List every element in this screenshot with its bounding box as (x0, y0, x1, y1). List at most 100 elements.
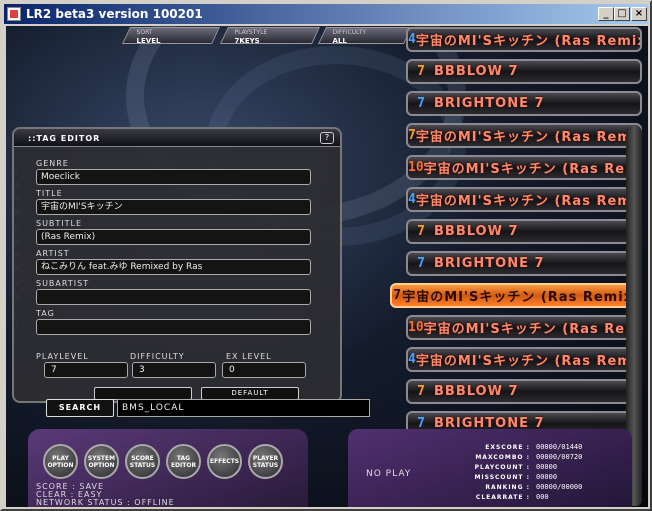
song-title: 宇宙のMI'Sキッチン (Ras Remix) (423, 162, 642, 177)
subartist-label: SUBARTIST (36, 279, 90, 288)
option-button-play-option[interactable]: PLAY OPTION (43, 444, 78, 479)
score-value: 00000/01440 (536, 443, 583, 451)
song-level: 7 (393, 288, 402, 303)
sort-tab-value: LEVEL (136, 37, 161, 45)
song-level: 10 (408, 160, 424, 175)
song-row[interactable]: 7 BBBLOW 7 (406, 59, 642, 84)
option-label-line2: STATUS (129, 461, 156, 469)
option-label-line1: EFFECTS (209, 458, 240, 465)
subtitle-label: SUBTITLE (36, 219, 83, 228)
song-row[interactable]: 7 宇宙のMI'Sキッチン (Ras Remix) (390, 283, 642, 308)
song-level: 4 (408, 192, 416, 207)
option-label-line1: PLAYER (252, 454, 279, 462)
difficulty-tab-value: ALL (332, 37, 347, 45)
exlevel-field[interactable]: 0 (222, 362, 306, 378)
tag-field[interactable] (36, 319, 311, 335)
sort-tab-label: SORT (136, 29, 153, 36)
score-label: RANKING : (485, 484, 530, 491)
minimize-button[interactable]: _ (598, 7, 614, 21)
difficulty-label: DIFFICULTY (130, 352, 185, 361)
song-title: BBBLOW 7 (434, 64, 519, 79)
song-row[interactable]: 10宇宙のMI'Sキッチン (Ras Remix) (406, 155, 642, 180)
song-level: 7 (417, 64, 425, 79)
window-title: LR2 beta3 version 100201 (26, 7, 203, 21)
option-label-line1: PLAY (52, 454, 69, 462)
search-input[interactable]: BMS_LOCAL (117, 399, 370, 417)
song-row[interactable]: 7 BBBLOW 7 (406, 379, 642, 404)
song-row[interactable]: 7 BRIGHTONE 7 (406, 91, 642, 116)
option-button-effects[interactable]: EFFECTS (207, 444, 242, 479)
score-value: 00000/00000 (536, 483, 583, 491)
option-button-system-option[interactable]: SYSTEM OPTION (84, 444, 119, 479)
song-row[interactable]: 4 宇宙のMI'Sキッチン (Ras Remix) (406, 187, 642, 212)
score-value: 00000 (536, 463, 558, 471)
app-icon[interactable] (7, 7, 21, 21)
song-title: BBBLOW 7 (434, 384, 519, 399)
difficulty-field[interactable]: 3 (132, 362, 216, 378)
option-label-line1: SYSTEM (87, 454, 116, 462)
option-button-label: PLAYER STATUS (253, 455, 278, 469)
song-level: 7 (417, 384, 425, 399)
option-button-tag-editor[interactable]: TAG EDITOR (166, 444, 201, 479)
song-row[interactable]: 4 宇宙のMI'Sキッチン (Ras Remix) (406, 27, 642, 52)
search-button[interactable]: SEARCH (46, 399, 114, 417)
no-play-label: NO PLAY (366, 469, 412, 479)
song-title: BBBLOW 7 (434, 224, 519, 239)
score-label: CLEARRATE : (475, 494, 530, 501)
maximize-button[interactable]: □ (614, 7, 630, 21)
subartist-field[interactable] (36, 289, 311, 305)
option-button-label: EFFECTS (210, 458, 239, 465)
song-title: 宇宙のMI'Sキッチン (Ras Remix) (423, 322, 642, 337)
song-title: BRIGHTONE 7 (434, 96, 545, 111)
score-value: 00000 (536, 473, 558, 481)
score-value: 000 (536, 493, 549, 501)
tag-editor-panel: ::TAG EDITOR? GENRE Moeclick TITLE 宇宙のMI… (12, 127, 342, 403)
tag-editor-help-button[interactable]: ? (320, 132, 334, 144)
song-title: 宇宙のMI'Sキッチン (Ras Remix) (415, 354, 642, 369)
app-window: LR2 beta3 version 100201 _ □ × SORT LEVEL… (0, 0, 652, 511)
playstyle-tab-value: 7KEYS (234, 37, 260, 45)
song-level: 7 (417, 224, 425, 239)
title-field[interactable]: 宇宙のMI'Sキッチン (36, 199, 311, 215)
playlevel-field[interactable]: 7 (44, 362, 128, 378)
song-row[interactable]: 4 宇宙のMI'Sキッチン (Ras Remix) (406, 347, 642, 372)
game-screen: SORT LEVEL PLAYSTYLE 7KEYS DIFFICULTY ALL 4… (6, 26, 648, 507)
playstyle-tab[interactable]: PLAYSTYLE 7KEYS (220, 27, 320, 45)
genre-field[interactable]: Moeclick (36, 169, 311, 185)
option-label-line2: EDITOR (170, 461, 197, 469)
option-label-line2: OPTION (47, 461, 74, 469)
tag-editor-header: ::TAG EDITOR? (14, 129, 340, 147)
song-title: 宇宙のMI'Sキッチン (Ras Remix) (415, 130, 642, 145)
network-status: NETWORK STATUS : OFFLINE (36, 498, 175, 507)
option-label-line2: STATUS (252, 461, 279, 469)
option-button-player-status[interactable]: PLAYER STATUS (248, 444, 283, 479)
score-label: EXSCORE : (485, 444, 530, 451)
sort-tab[interactable]: SORT LEVEL (122, 27, 220, 45)
difficulty-tab[interactable]: DIFFICULTY ALL (318, 27, 412, 45)
option-button-label: PLAY OPTION (48, 455, 74, 469)
option-label-line2: OPTION (88, 461, 115, 469)
exlevel-label: EX LEVEL (226, 352, 272, 361)
song-row[interactable]: 7 宇宙のMI'Sキッチン (Ras Remix) (406, 123, 642, 148)
score-label: MAXCOMBO : (475, 454, 530, 461)
song-row[interactable]: 10宇宙のMI'Sキッチン (Ras Remix) (406, 315, 642, 340)
song-row[interactable]: 7 BBBLOW 7 (406, 219, 642, 244)
close-button[interactable]: × (631, 7, 647, 21)
song-level: 4 (408, 32, 416, 47)
title-label: TITLE (36, 189, 63, 198)
song-level: 4 (408, 352, 416, 367)
artist-label: ARTIST (36, 249, 70, 258)
song-title: 宇宙のMI'Sキッチン (Ras Remix) (415, 34, 642, 49)
option-button-score-status[interactable]: SCORE STATUS (125, 444, 160, 479)
option-button-label: SYSTEM OPTION (88, 455, 115, 469)
option-button-label: SCORE STATUS (130, 455, 155, 469)
subtitle-field[interactable]: (Ras Remix) (36, 229, 311, 245)
song-row[interactable]: 7 BRIGHTONE 7 (406, 251, 642, 276)
artist-field[interactable]: ねこみりん feat.みゆ Remixed by Ras (36, 259, 311, 275)
title-bar[interactable]: LR2 beta3 version 100201 _ □ × (4, 4, 648, 24)
playlevel-label: PLAYLEVEL (36, 352, 89, 361)
difficulty-tab-label: DIFFICULTY (332, 29, 367, 36)
option-button-label: TAG EDITOR (171, 455, 196, 469)
score-value: 00000/00720 (536, 453, 583, 461)
option-label-line1: SCORE (131, 454, 154, 462)
